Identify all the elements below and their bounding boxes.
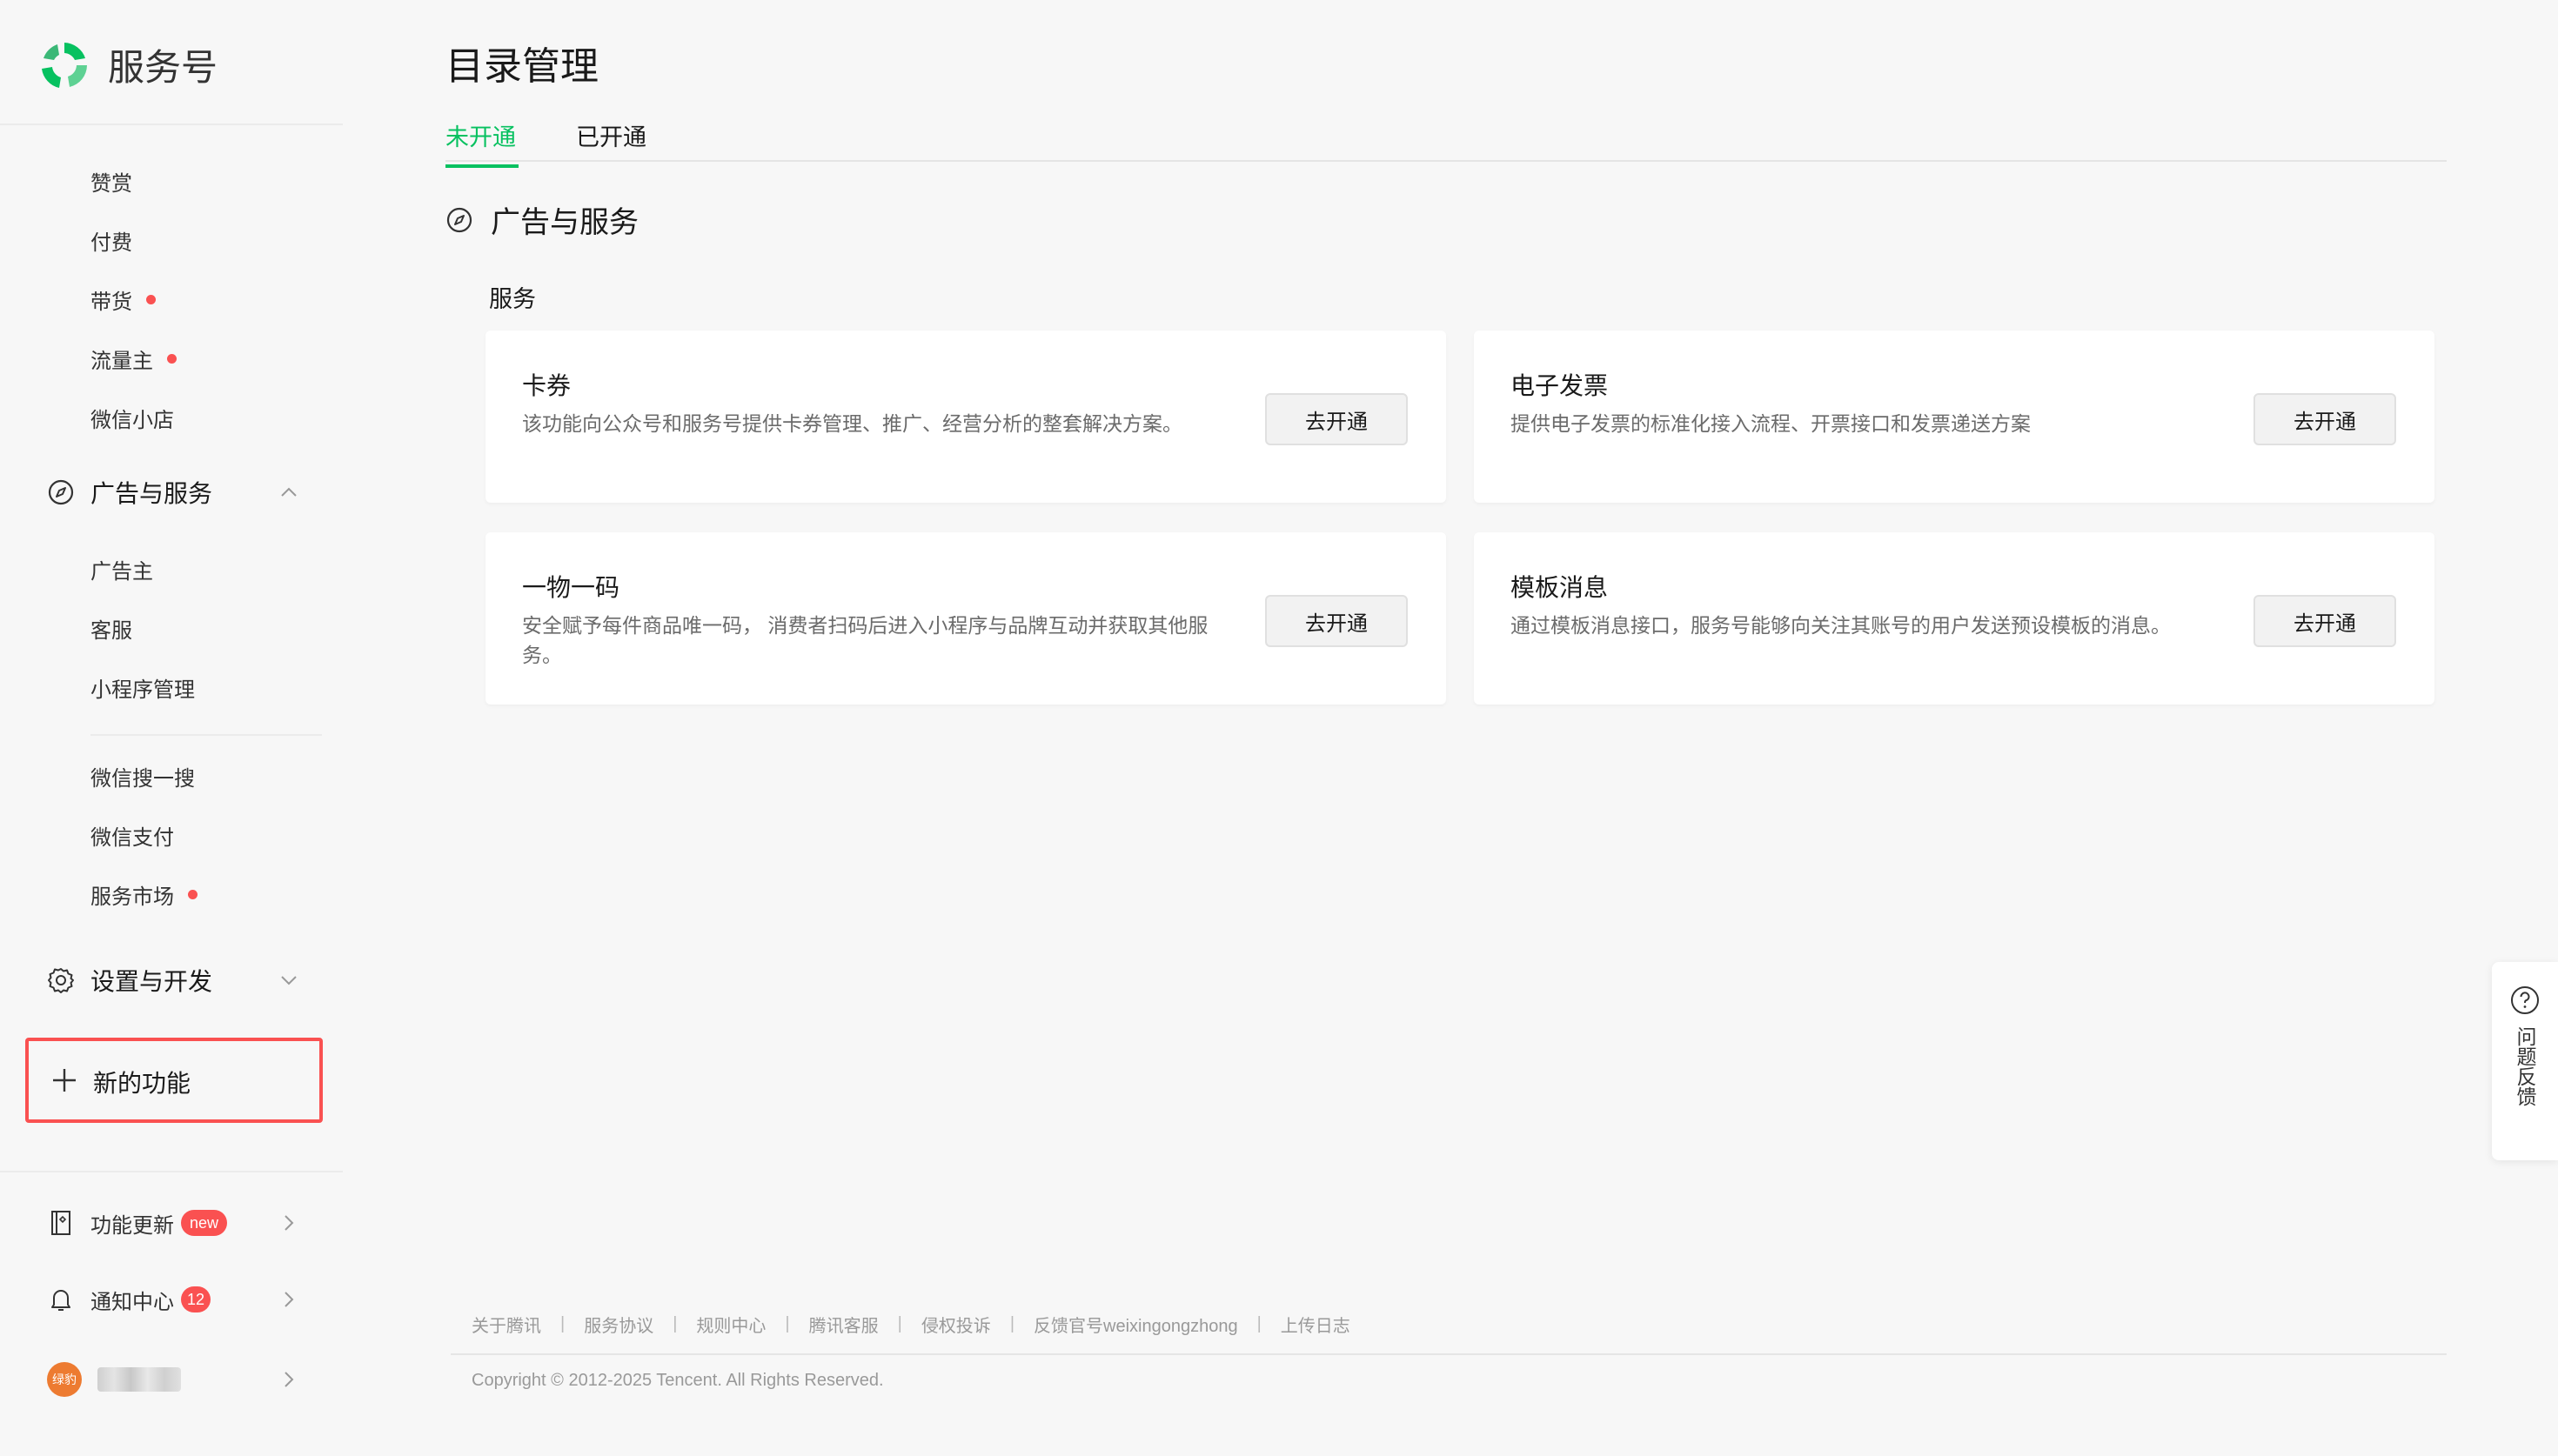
- new-badge: new: [181, 1210, 228, 1236]
- logo[interactable]: 服务号: [38, 38, 218, 91]
- tab-bar: 未开通 已开通: [445, 115, 2447, 168]
- footer-link-infringement[interactable]: 侵权投诉: [921, 1312, 991, 1337]
- footer-link-agreement[interactable]: 服务协议: [584, 1312, 653, 1337]
- chevron-right-icon: [285, 1372, 294, 1387]
- card-title: 一物一码: [522, 574, 620, 601]
- new-feature-button[interactable]: 新的功能: [25, 1038, 323, 1123]
- sidebar-notification-center[interactable]: 通知中心 12: [47, 1279, 299, 1320]
- section-title: 广告与服务: [445, 198, 639, 241]
- feedback-tab[interactable]: 问题反馈: [2492, 962, 2558, 1160]
- new-dot: [167, 353, 177, 364]
- sidebar-account[interactable]: 绿豹: [47, 1359, 299, 1400]
- service-card-coupon: 卡券 该功能向公众号和服务号提供卡券管理、推广、经营分析的整套解决方案。 去开通: [485, 331, 1446, 503]
- chevron-right-icon: [285, 1215, 294, 1231]
- bell-icon: [51, 1290, 70, 1311]
- card-title: 电子发票: [1510, 372, 1609, 399]
- app-name: 服务号: [108, 47, 218, 88]
- footer-link-support[interactable]: 腾讯客服: [809, 1312, 879, 1337]
- card-description: 该功能向公众号和服务号提供卡券管理、推广、经营分析的整套解决方案。: [522, 412, 1182, 435]
- sidebar-item-daihuo[interactable]: 带货: [90, 282, 156, 317]
- footer-link-rules[interactable]: 规则中心: [696, 1312, 766, 1337]
- footer-link-upload-log[interactable]: 上传日志: [1281, 1312, 1350, 1337]
- card-title: 卡券: [522, 372, 572, 399]
- book-icon: [51, 1211, 70, 1235]
- sidebar-group-settings-dev[interactable]: 设置与开发: [47, 958, 299, 1002]
- card-description: 安全赋予每件商品唯一码， 消费者扫码后进入小程序与品牌互动并获取其他服务。: [522, 614, 1209, 666]
- footer-link-about[interactable]: 关于腾讯: [472, 1312, 541, 1337]
- enable-button[interactable]: 去开通: [1265, 595, 1408, 647]
- chevron-down-icon[interactable]: [278, 970, 299, 991]
- notification-count-badge: 12: [181, 1286, 211, 1312]
- sidebar-feature-updates[interactable]: 功能更新 new: [47, 1202, 299, 1244]
- question-circle-icon: [2511, 986, 2539, 1014]
- sidebar-item-fufei[interactable]: 付费: [90, 223, 132, 257]
- tab-enabled[interactable]: 已开通: [576, 118, 646, 152]
- account-name-redacted: [97, 1367, 181, 1392]
- sidebar-item-zanshang[interactable]: 赞赏: [90, 164, 132, 198]
- tab-not-enabled[interactable]: 未开通: [445, 118, 519, 168]
- compass-icon: [446, 207, 472, 232]
- new-dot: [188, 889, 198, 899]
- service-card-e-invoice: 电子发票 提供电子发票的标准化接入流程、开票接口和发票递送方案 去开通: [1474, 331, 2434, 503]
- service-card-one-item-one-code: 一物一码 安全赋予每件商品唯一码， 消费者扫码后进入小程序与品牌互动并获取其他服…: [485, 532, 1446, 705]
- service-account-logo-icon: [42, 42, 87, 88]
- avatar: 绿豹: [47, 1362, 82, 1397]
- card-title: 模板消息: [1510, 574, 1609, 601]
- chevron-right-icon: [285, 1292, 294, 1307]
- card-description: 提供电子发票的标准化接入流程、开票接口和发票递送方案: [1510, 412, 2031, 435]
- chevron-up-icon[interactable]: [278, 482, 299, 503]
- enable-button[interactable]: 去开通: [2253, 595, 2396, 647]
- service-card-template-message: 模板消息 通过模板消息接口，服务号能够向关注其账号的用户发送预设模板的消息。 去…: [1474, 532, 2434, 705]
- sidebar-item-sousuo[interactable]: 微信搜一搜: [90, 758, 195, 793]
- footer-divider: [451, 1353, 2447, 1355]
- sidebar-item-weixin-pay[interactable]: 微信支付: [90, 818, 174, 852]
- sidebar-group-ads-services[interactable]: 广告与服务: [47, 471, 299, 514]
- divider: [0, 124, 343, 125]
- gear-icon: [48, 968, 74, 993]
- enable-button[interactable]: 去开通: [2253, 393, 2396, 445]
- footer-links: 关于腾讯 | 服务协议 | 规则中心 | 腾讯客服 | 侵权投诉 | 反馈官号w…: [472, 1312, 1350, 1337]
- page-title: 目录管理: [445, 45, 599, 88]
- enable-button[interactable]: 去开通: [1265, 393, 1408, 445]
- divider: [90, 734, 322, 736]
- footer-link-feedback-account[interactable]: 反馈官号weixingongzhong: [1034, 1312, 1238, 1337]
- sidebar-item-guanggaozhu[interactable]: 广告主: [90, 551, 153, 586]
- compass-icon: [48, 479, 74, 505]
- plus-icon: [53, 1069, 76, 1092]
- sidebar: 服务号 赞赏 付费 带货 流量主 微信小店 广告与服务 广告主 客服 小程序管理: [0, 0, 343, 1456]
- sidebar-item-liuliangzhu[interactable]: 流量主: [90, 341, 177, 376]
- feedback-label: 问题反馈: [2514, 1026, 2536, 1106]
- sidebar-item-miniprogram[interactable]: 小程序管理: [90, 670, 195, 705]
- tab-active-indicator: [445, 164, 519, 168]
- copyright: Copyright © 2012-2025 Tencent. All Right…: [472, 1371, 884, 1390]
- card-description: 通过模板消息接口，服务号能够向关注其账号的用户发送预设模板的消息。: [1510, 614, 2171, 637]
- sidebar-item-weixin-xiaodian[interactable]: 微信小店: [90, 400, 174, 435]
- subsection-title: 服务: [489, 286, 536, 312]
- new-dot: [146, 294, 156, 304]
- divider: [0, 1171, 343, 1172]
- sidebar-item-service-market[interactable]: 服务市场: [90, 877, 198, 912]
- sidebar-item-kefu[interactable]: 客服: [90, 611, 132, 645]
